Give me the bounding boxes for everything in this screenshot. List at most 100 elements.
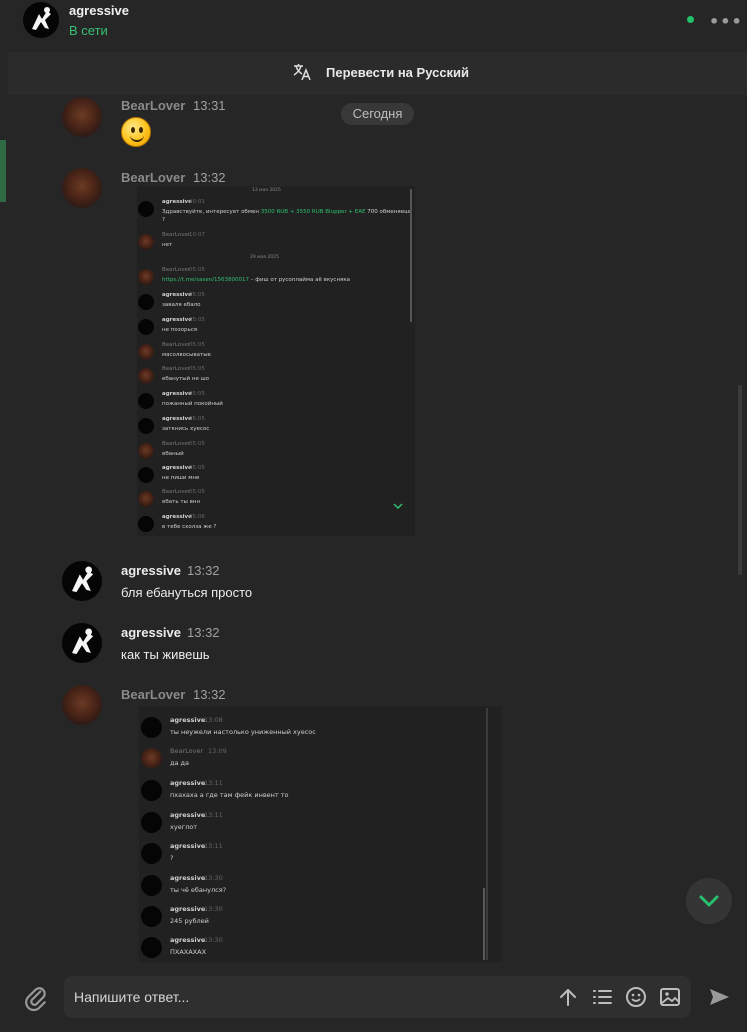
sender-name[interactable]: BearLover	[121, 687, 185, 702]
mini-sender: agressive	[170, 716, 206, 724]
mini-sender: agressive	[170, 811, 206, 819]
sender-avatar[interactable]	[62, 97, 102, 137]
translate-bar[interactable]: Перевести на Русский	[8, 52, 747, 95]
mini-avatar	[141, 812, 162, 833]
translate-icon	[293, 64, 311, 81]
mini-avatar	[138, 443, 154, 459]
mini-time: 13:08	[204, 716, 223, 724]
mini-time: 13:09	[208, 747, 227, 755]
arrow-up-icon[interactable]	[557, 986, 579, 1008]
mini-text: да да	[170, 759, 190, 767]
screenshot-date: 29 мая 2025	[250, 255, 279, 260]
message-time: 13:32	[193, 687, 226, 702]
mini-avatar	[141, 906, 162, 927]
list-icon[interactable]	[591, 986, 613, 1008]
mini-text: не позорься	[162, 327, 198, 333]
mini-text: 245 рублей	[170, 917, 209, 925]
screenshot-scrollbar-thumb	[483, 888, 485, 960]
screenshot-image[interactable]: agressive 13:08 ты неужели настолько уни…	[139, 706, 502, 962]
mini-avatar	[138, 294, 154, 310]
mini-sender: agressive	[162, 465, 192, 471]
smile-icon[interactable]	[625, 986, 647, 1008]
sender-name[interactable]: BearLover	[121, 170, 185, 185]
mini-sender: agressive	[162, 199, 192, 205]
sender-name[interactable]: agressive	[121, 625, 181, 640]
sender-avatar[interactable]	[62, 561, 102, 601]
contact-avatar[interactable]	[23, 2, 59, 38]
screenshot-row: agressive 05:06 в тебе схолза же ?	[137, 512, 415, 536]
screenshot-row: agressive 13:30 ПХАХАХАХ	[139, 933, 502, 962]
online-indicator	[687, 16, 694, 23]
mini-sender: agressive	[162, 514, 192, 520]
sender-avatar[interactable]	[62, 168, 102, 208]
mini-avatar	[138, 491, 154, 507]
image-icon[interactable]	[659, 986, 681, 1008]
sender-name[interactable]: agressive	[121, 563, 181, 578]
screenshot-row: agressive 05:05 заткнись хуесос	[137, 414, 415, 438]
more-dots-icon[interactable]: •••	[709, 12, 743, 31]
send-icon[interactable]	[707, 985, 731, 1009]
message-text: бля ебануться просто	[121, 585, 253, 600]
mini-avatar	[138, 269, 154, 285]
mini-text: хуеглот	[170, 823, 198, 831]
mini-time: 05:05	[189, 391, 205, 397]
mini-avatar	[138, 201, 154, 217]
mini-avatar	[141, 937, 162, 958]
screenshot-image[interactable]: 13 мая 2025 agressive 10:01 Здравствуйте…	[137, 186, 415, 536]
date-badge: Сегодня	[341, 103, 414, 125]
mini-sender: agressive	[170, 842, 206, 850]
screenshot-row: BearLover 10:07 нет	[137, 230, 415, 254]
sender-name[interactable]: BearLover	[121, 98, 185, 113]
screenshot-scrollbar	[410, 189, 412, 322]
contact-name[interactable]: agressive	[69, 3, 129, 18]
mini-avatar	[138, 393, 154, 409]
paperclip-icon[interactable]	[23, 985, 49, 1011]
mini-text: в тебе схолза же ?	[162, 524, 217, 530]
message-input[interactable]	[74, 987, 544, 1007]
mini-text: не пиши мне	[162, 475, 200, 481]
mini-time: 05:05	[189, 267, 205, 273]
screenshot-row: agressive 13:08 ты неужели настолько уни…	[139, 713, 502, 745]
screenshot-row: agressive 05:05 пожанный покойный	[137, 389, 415, 413]
mini-sender: BearLover	[162, 366, 191, 372]
mini-time: 10:01	[189, 199, 205, 205]
mini-sender: BearLover	[162, 441, 191, 447]
mini-time: 13:11	[204, 811, 223, 819]
screenshot-row: BearLover 13:09 да да	[139, 744, 502, 776]
mini-text: пожанный покойный	[162, 401, 223, 407]
mini-avatar	[138, 234, 154, 250]
mini-sender: agressive	[162, 317, 192, 323]
mini-time: 13:30	[204, 936, 223, 944]
chat-scrollbar[interactable]	[738, 385, 742, 575]
mini-avatar	[141, 748, 162, 769]
mini-sender: BearLover	[162, 342, 191, 348]
mini-sender: BearLover	[162, 232, 191, 238]
mini-time: 05:05	[189, 366, 205, 372]
mini-avatar	[138, 418, 154, 434]
screenshot-row: agressive 13:30 245 рублей	[139, 902, 502, 934]
mini-text: ПХАХАХАХ	[170, 948, 207, 956]
mini-time: 05:05	[189, 292, 205, 298]
scroll-down-button[interactable]	[686, 878, 732, 924]
message-time: 13:32	[187, 563, 220, 578]
mini-avatar	[141, 717, 162, 738]
screenshot-row: BearLover 05:05 https://t.me/sasen/15638…	[137, 265, 415, 289]
mini-text: https://t.me/sasen/1563800017 – фиш от р…	[162, 277, 351, 283]
screenshot-row: agressive 13:11 пхахаха а где там фейк и…	[139, 776, 502, 808]
mini-text: пхахаха а где там фейк инвент то	[170, 791, 289, 799]
message-input-box[interactable]	[64, 976, 691, 1018]
mini-text: ты чё ебанулся?	[170, 886, 227, 894]
sender-avatar[interactable]	[62, 623, 102, 663]
mini-time: 13:30	[204, 874, 223, 882]
mini-time: 05:05	[189, 465, 205, 471]
sender-avatar[interactable]	[62, 685, 102, 725]
mini-sender: agressive	[170, 905, 206, 913]
translate-label: Перевести на Русский	[326, 65, 470, 80]
message-time: 13:32	[187, 625, 220, 640]
mini-text: ебать ты внн	[162, 499, 201, 505]
chevron-down-icon	[699, 895, 719, 907]
mini-time: 13:11	[204, 779, 223, 787]
mini-sender: agressive	[170, 779, 206, 787]
screenshot-row: agressive 13:11 ?	[139, 839, 502, 871]
mini-text: заткнись хуесос	[162, 426, 210, 432]
